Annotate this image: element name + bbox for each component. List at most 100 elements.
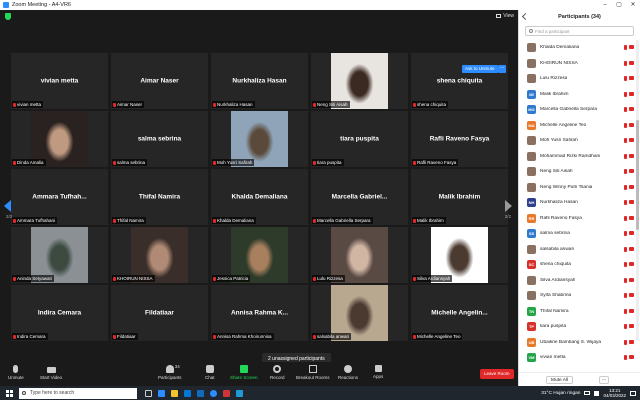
- mail-icon[interactable]: [197, 389, 204, 397]
- participant-row[interactable]: UB Ubaikrie Bambang S. Wijaya: [519, 335, 637, 351]
- collapse-chevron-icon[interactable]: [521, 12, 530, 21]
- video-tile[interactable]: Fildatiaar Fildatiaar: [111, 285, 208, 341]
- muted-mic-icon: [113, 334, 116, 339]
- participant-row[interactable]: SS salma sebrina: [519, 226, 637, 242]
- tile-name-label: Aimar Naser: [112, 101, 145, 108]
- tile-name-label: salma sebrina: [112, 159, 148, 166]
- video-tile[interactable]: Indira Cemara Indira Cemara: [11, 285, 108, 341]
- participant-row[interactable]: TP tiara puspita: [519, 319, 637, 335]
- participant-row[interactable]: RR Rafli Raveno Fasya: [519, 211, 637, 227]
- maximize-button[interactable]: ▢: [612, 0, 626, 10]
- participant-row[interactable]: SC shena chiquita: [519, 257, 637, 273]
- scrollbar-thumb[interactable]: [636, 120, 639, 230]
- next-page-arrow-icon[interactable]: [505, 200, 512, 212]
- video-tile[interactable]: Marcella Gabriel... Marcella Gabriella Se…: [311, 169, 408, 225]
- prev-page-arrow-icon[interactable]: [4, 200, 11, 212]
- participants-panel: Participants (34) Khalda Demaliana KHOIRU…: [518, 10, 640, 386]
- mute-all-button[interactable]: Mute All: [546, 376, 574, 384]
- task-view-icon[interactable]: [145, 389, 152, 397]
- video-tile[interactable]: Ammara Tufhah... Ammara Tufhahani: [11, 169, 108, 225]
- windows-start-icon[interactable]: [6, 389, 13, 397]
- avatar: SC: [527, 260, 536, 270]
- leave-room-button[interactable]: Leave Room: [480, 369, 514, 379]
- tile-more-button[interactable]: ···: [498, 65, 506, 73]
- store-icon[interactable]: [184, 389, 191, 397]
- app-taskbar-icon[interactable]: [236, 389, 243, 397]
- zoom-taskbar-icon[interactable]: [210, 389, 217, 397]
- video-tile[interactable]: Lulu Rizzesa: [311, 227, 408, 283]
- participant-search-input[interactable]: [534, 28, 633, 34]
- participant-row[interactable]: MG Marcella Gabriella Serpara: [519, 102, 637, 118]
- participant-row[interactable]: Khalda Demaliana: [519, 40, 637, 56]
- security-shield-icon[interactable]: [5, 13, 11, 20]
- ask-to-unmute-button[interactable]: Ask to Unmute: [462, 65, 498, 73]
- participant-row[interactable]: KHOIRUN NISSA: [519, 56, 637, 72]
- video-tile[interactable]: Annisa Rahma K... Annisa Rahma Khoirunnis…: [211, 285, 308, 341]
- unmute-button[interactable]: Unmute: [8, 365, 24, 380]
- video-tile[interactable]: Thifal Namira Thifal Namira: [111, 169, 208, 225]
- participants-button[interactable]: 34 Participants: [158, 364, 182, 380]
- start-video-button[interactable]: Start Video: [40, 365, 62, 380]
- participant-row[interactable]: Silva Ardiansyah: [519, 273, 637, 289]
- video-tile[interactable]: Michelle Angelin... Michelle Angeline Teo: [411, 285, 508, 341]
- minimize-button[interactable]: –: [598, 0, 612, 10]
- muted-mic-icon: [624, 169, 627, 174]
- video-tile[interactable]: salma sebrina salma sebrina: [111, 111, 208, 167]
- participant-search[interactable]: [525, 26, 634, 36]
- tile-name-label: Neng Siti Aisah: [312, 101, 350, 108]
- apps-button[interactable]: Apps: [373, 365, 383, 379]
- taskbar-search-text: Type here to search: [30, 390, 75, 396]
- breakout-rooms-button[interactable]: Breakout Rooms: [296, 365, 330, 380]
- video-tile[interactable]: Silva Ardiansyah: [411, 227, 508, 283]
- participant-row[interactable]: salsabila anwari: [519, 242, 637, 258]
- participant-row[interactable]: Mohammad Rizki Ramdhani: [519, 149, 637, 165]
- participant-row[interactable]: MI Malik Ibrahim: [519, 87, 637, 103]
- video-tile[interactable]: vivian metta vivian metta: [11, 53, 108, 109]
- video-tile[interactable]: Rafli Raveno Fasya Rafli Raveno Fasya: [411, 111, 508, 167]
- participants-scrollbar[interactable]: [636, 40, 639, 340]
- taskbar-clock[interactable]: 13:21 04/03/2022: [603, 388, 626, 399]
- participant-name: Ubaikrie Bambang S. Wijaya: [540, 339, 602, 345]
- participant-row[interactable]: Moh Yusri Safirah: [519, 133, 637, 149]
- participant-row[interactable]: Lulu Rizzesa: [519, 71, 637, 87]
- video-off-icon: [629, 277, 634, 282]
- participant-row[interactable]: TN Thifal Namira: [519, 304, 637, 320]
- participant-row[interactable]: Syifa Shabrina: [519, 288, 637, 304]
- avatar: [527, 74, 536, 84]
- file-explorer-icon[interactable]: [171, 389, 178, 397]
- participant-row[interactable]: Neng Siti Aisah: [519, 164, 637, 180]
- video-tile[interactable]: Moh Yusri Safirah: [211, 111, 308, 167]
- video-tile[interactable]: Malik Ibrahim Malik Ibrahim: [411, 169, 508, 225]
- network-icon[interactable]: [584, 391, 591, 395]
- video-tile[interactable]: Neng Siti Aisah: [311, 53, 408, 109]
- volume-icon[interactable]: [594, 390, 600, 396]
- muted-mic-icon: [313, 276, 316, 281]
- participant-row[interactable]: VM vivian metta: [519, 350, 637, 366]
- video-tile[interactable]: Jessica Patricia: [211, 227, 308, 283]
- panel-more-button[interactable]: ...: [599, 376, 609, 384]
- chat-button[interactable]: Chat: [205, 365, 215, 380]
- edge-browser-icon[interactable]: [158, 389, 165, 397]
- view-button[interactable]: View: [496, 13, 514, 19]
- video-tile[interactable]: Khalda Demaliana Khalda Demaliana: [211, 169, 308, 225]
- notification-icon[interactable]: [630, 390, 636, 396]
- video-tile[interactable]: Aninda Setyawati: [11, 227, 108, 283]
- record-button[interactable]: Record: [270, 365, 285, 380]
- participant-row[interactable]: NH Nurkhaliza Hasan: [519, 195, 637, 211]
- participant-row[interactable]: Neng Winny Putri Tsania: [519, 180, 637, 196]
- weather-widget[interactable]: 31°C Hujan ringan: [541, 391, 580, 396]
- video-tile[interactable]: Aimar Naser Aimar Naser: [111, 53, 208, 109]
- taskbar-search-box[interactable]: Type here to search: [19, 387, 137, 399]
- video-tile[interactable]: salsabila anwari: [311, 285, 408, 341]
- participant-name: Neng Siti Aisah: [540, 169, 573, 175]
- video-tile[interactable]: Nurkhaliza Hasan Nurkhaliza Hasan: [211, 53, 308, 109]
- reactions-button[interactable]: Reactions: [338, 365, 358, 380]
- video-tile[interactable]: Dinda Amalia: [11, 111, 108, 167]
- close-button[interactable]: ✕: [626, 0, 640, 10]
- video-tile[interactable]: shena chiquita shena chiquita: [411, 53, 508, 109]
- video-tile[interactable]: tiara puspita tiara puspita: [311, 111, 408, 167]
- participant-row[interactable]: MA Michelle Angeline Teo: [519, 118, 637, 134]
- office-icon[interactable]: [223, 389, 230, 397]
- share-screen-button[interactable]: Share Screen: [230, 365, 258, 380]
- video-tile[interactable]: KHOIRUN NISSA: [111, 227, 208, 283]
